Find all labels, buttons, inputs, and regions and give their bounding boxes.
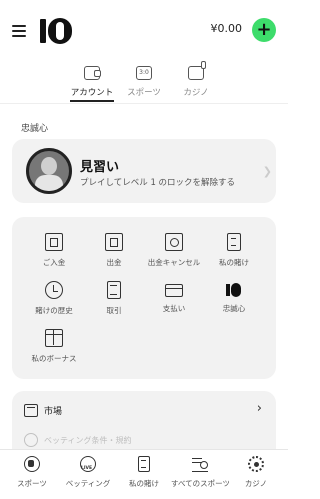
grid-item-label: 出金キャンセル bbox=[147, 258, 201, 267]
grid-item-transactions[interactable]: 取引 bbox=[81, 281, 147, 321]
top-bar bbox=[0, 0, 288, 62]
casino-chip-icon bbox=[248, 456, 264, 472]
add-funds-button[interactable]: + bbox=[252, 18, 276, 42]
receipt-icon bbox=[227, 233, 241, 251]
all-sports-icon bbox=[192, 456, 208, 472]
nav-label: スポーツ bbox=[17, 479, 47, 488]
brand-logo[interactable] bbox=[40, 16, 72, 46]
nav-label: カジノ bbox=[244, 479, 268, 488]
wallet-icon bbox=[84, 66, 101, 80]
nav-casino[interactable]: カジノ bbox=[227, 456, 285, 496]
level-title: 見習い bbox=[80, 160, 120, 175]
document-icon bbox=[107, 281, 121, 299]
tab-casino[interactable]: カジノ bbox=[166, 61, 226, 102]
grid-item-label: 私のボーナス bbox=[31, 354, 77, 363]
nav-label: ベッティング bbox=[65, 479, 111, 488]
grid-item-label: 支払い bbox=[162, 304, 186, 313]
tab-label: アカウント bbox=[70, 88, 114, 98]
balance-amount: ¥0.00 bbox=[210, 22, 243, 35]
links-list: 市場 › ベッティング条件・規約 bbox=[12, 391, 276, 451]
grid-item-withdraw-cancel[interactable]: 出金キャンセル bbox=[141, 233, 207, 273]
grid-item-withdraw[interactable]: 出金 bbox=[81, 233, 147, 273]
grid-item-deposit[interactable]: ご入金 bbox=[21, 233, 87, 273]
grid-item-label: ご入金 bbox=[42, 258, 66, 267]
gift-icon bbox=[45, 329, 63, 347]
tab-label: スポーツ bbox=[127, 88, 161, 98]
atm-withdraw-icon bbox=[105, 233, 123, 251]
list-item-label: 市場 bbox=[44, 407, 63, 417]
nav-all-sports[interactable]: すべてのスポーツ bbox=[171, 456, 229, 496]
info-icon bbox=[24, 433, 38, 447]
bets-icon bbox=[138, 456, 150, 472]
loyalty-section-title: 忠誠心 bbox=[21, 124, 49, 134]
loyalty-logo-icon bbox=[225, 283, 243, 297]
grid-item-my-bets[interactable]: 私の賭け bbox=[201, 233, 267, 273]
list-item-label: ベッティング条件・規約 bbox=[44, 436, 132, 445]
atm-deposit-icon bbox=[45, 233, 63, 251]
grid-item-bonuses[interactable]: 私のボーナス bbox=[21, 329, 87, 369]
history-icon bbox=[45, 281, 63, 299]
bottom-navigation: スポーツ ベッティング 私の賭け すべてのスポーツ カジノ bbox=[0, 449, 288, 499]
withdraw-cancel-icon bbox=[165, 233, 183, 251]
grid-item-bet-history[interactable]: 賭けの歴史 bbox=[21, 281, 87, 321]
nav-label: 私の賭け bbox=[129, 479, 159, 488]
list-item-terms[interactable]: ベッティング条件・規約 bbox=[24, 433, 264, 449]
grid-item-label: 忠誠心 bbox=[222, 304, 246, 313]
grid-item-loyalty[interactable]: 忠誠心 bbox=[201, 281, 267, 321]
live-icon bbox=[80, 456, 96, 472]
market-icon bbox=[24, 404, 38, 417]
grid-item-payments[interactable]: 支払い bbox=[141, 281, 207, 321]
tab-account[interactable]: アカウント bbox=[62, 66, 122, 102]
nav-sports[interactable]: スポーツ bbox=[3, 456, 61, 496]
slot-machine-icon bbox=[188, 61, 206, 80]
hamburger-menu-icon[interactable] bbox=[12, 25, 26, 37]
tab-sports[interactable]: 3:0 スポーツ bbox=[114, 66, 174, 102]
grid-item-label: 出金 bbox=[106, 258, 122, 267]
chevron-right-icon: ❯ bbox=[262, 165, 272, 178]
grid-item-label: 賭けの歴史 bbox=[35, 306, 73, 315]
chevron-right-icon: › bbox=[256, 401, 262, 416]
grid-item-label: 取引 bbox=[106, 306, 122, 315]
sports-icon bbox=[24, 456, 40, 472]
card-icon bbox=[165, 284, 183, 297]
level-description: プレイしてレベル 1 のロックを解除する bbox=[80, 178, 236, 188]
category-tabs: アカウント 3:0 スポーツ カジノ bbox=[0, 61, 288, 104]
nav-my-bets[interactable]: 私の賭け bbox=[115, 456, 173, 496]
avatar bbox=[26, 148, 72, 194]
account-actions-grid: ご入金 出金 出金キャンセル 私の賭け 賭けの歴史 取引 支払い 忠誠心 私のボ… bbox=[12, 217, 276, 379]
scoreboard-icon: 3:0 bbox=[136, 66, 152, 80]
grid-item-label: 私の賭け bbox=[219, 258, 249, 267]
tab-label: カジノ bbox=[183, 88, 209, 98]
loyalty-level-card[interactable]: 見習い プレイしてレベル 1 のロックを解除する ❯ bbox=[12, 139, 276, 203]
list-item-market[interactable]: 市場 › bbox=[24, 401, 264, 419]
nav-label: すべてのスポーツ bbox=[171, 479, 229, 488]
nav-live-betting[interactable]: ベッティング bbox=[59, 456, 117, 496]
